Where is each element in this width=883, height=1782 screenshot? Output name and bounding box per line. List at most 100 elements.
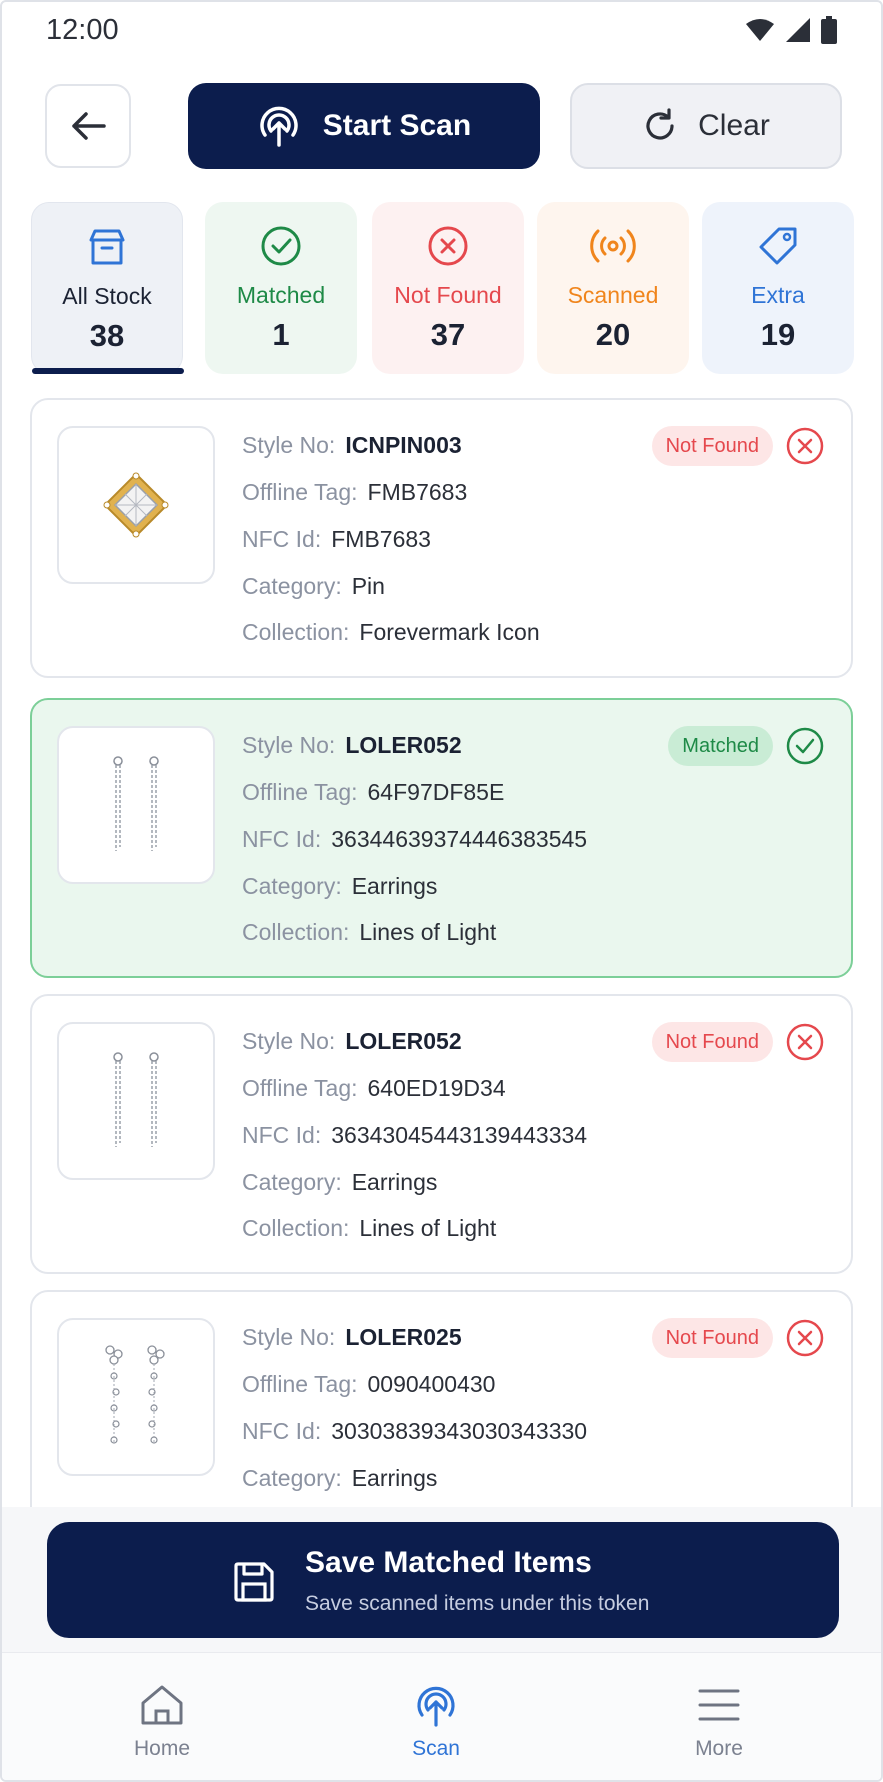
stat-count: 19 bbox=[760, 317, 796, 352]
collection-row: Collection: Lines of Light bbox=[242, 919, 496, 946]
category-label: Category: bbox=[242, 573, 342, 599]
nfc-id-label: NFC Id: bbox=[242, 826, 322, 852]
collection-label: Collection: bbox=[242, 1215, 350, 1241]
item-card[interactable]: Style No: LOLER052 Offline Tag: 64F97DF85E… bbox=[30, 698, 853, 978]
offline-tag-label: Offline Tag: bbox=[242, 1075, 358, 1101]
nfc-id-label: NFC Id: bbox=[242, 1418, 322, 1444]
clear-button[interactable]: Clear bbox=[570, 83, 842, 169]
category-row: Category: Earrings bbox=[242, 1465, 437, 1492]
collection-row: Collection: Lines of Light bbox=[242, 1215, 496, 1242]
status-icons bbox=[745, 16, 837, 44]
category-row: Category: Earrings bbox=[242, 1169, 437, 1196]
stat-label: Scanned bbox=[567, 282, 659, 308]
start-scan-button[interactable]: Start Scan bbox=[188, 83, 540, 169]
style-no-row: Style No: ICNPIN003 bbox=[242, 432, 462, 459]
bottom-nav: Home Scan More bbox=[2, 1652, 881, 1780]
stat-label: Extra bbox=[751, 282, 805, 308]
category-row: Category: Pin bbox=[242, 573, 385, 600]
wifi-icon bbox=[746, 19, 774, 41]
style-no-row: Style No: LOLER052 bbox=[242, 732, 462, 759]
scan-broadcast-icon bbox=[260, 106, 298, 147]
stat-label: Not Found bbox=[394, 282, 502, 308]
collection-label: Collection: bbox=[242, 619, 350, 645]
offline-tag-label: Offline Tag: bbox=[242, 1371, 358, 1397]
nav-label: More bbox=[695, 1737, 743, 1760]
category-label: Category: bbox=[242, 1169, 342, 1195]
box-icon bbox=[87, 225, 127, 269]
stat-count: 1 bbox=[272, 317, 290, 352]
tab-scanned[interactable]: Scanned 20 bbox=[537, 202, 689, 374]
offline-tag-value: 0090400430 bbox=[367, 1371, 496, 1397]
stat-count: 20 bbox=[595, 317, 631, 352]
signal-icon bbox=[786, 18, 810, 42]
status-badge: Not Found bbox=[651, 1318, 773, 1358]
clear-label: Clear bbox=[698, 109, 770, 142]
category-value: Pin bbox=[351, 573, 385, 599]
nfc-id-value: FMB7683 bbox=[331, 526, 431, 552]
offline-tag-row: Offline Tag: FMB7683 bbox=[242, 479, 467, 506]
offline-tag-value: FMB7683 bbox=[367, 479, 468, 505]
style-no-value: LOLER025 bbox=[345, 1324, 462, 1350]
item-card[interactable]: Style No: ICNPIN003 Offline Tag: FMB7683 N… bbox=[30, 398, 853, 678]
tab-not-found[interactable]: Not Found 37 bbox=[372, 202, 524, 374]
x-circle-icon bbox=[427, 224, 469, 268]
status-badge: Matched bbox=[668, 726, 773, 766]
product-image-pin bbox=[57, 426, 215, 584]
tab-all-stock[interactable]: All Stock 38 bbox=[31, 202, 184, 374]
save-subtitle: Save scanned items under this token bbox=[305, 1592, 650, 1615]
nav-more[interactable]: More bbox=[649, 1683, 789, 1761]
refresh-icon bbox=[646, 108, 674, 140]
style-no-value: ICNPIN003 bbox=[345, 432, 462, 458]
status-bar: 12:00 bbox=[2, 2, 881, 62]
stat-count: 37 bbox=[430, 317, 466, 352]
category-label: Category: bbox=[242, 873, 342, 899]
nfc-id-label: NFC Id: bbox=[242, 526, 322, 552]
product-image-earrings bbox=[57, 1318, 215, 1476]
product-image-earrings bbox=[57, 726, 215, 884]
save-title: Save Matched Items bbox=[305, 1546, 592, 1579]
nfc-id-row: NFC Id: 36344639374446383545 bbox=[242, 826, 587, 853]
item-card[interactable]: Style No: LOLER052 Offline Tag: 640ED19D34… bbox=[30, 994, 853, 1274]
save-matched-items-button[interactable]: Save Matched Items Save scanned items un… bbox=[47, 1522, 839, 1638]
style-no-value: LOLER052 bbox=[345, 732, 462, 758]
broadcast-icon bbox=[589, 224, 637, 268]
start-scan-label: Start Scan bbox=[322, 109, 472, 142]
style-no-row: Style No: LOLER052 bbox=[242, 1028, 462, 1055]
nav-label: Home bbox=[133, 1737, 191, 1760]
back-button[interactable] bbox=[45, 84, 131, 168]
offline-tag-label: Offline Tag: bbox=[242, 779, 358, 805]
tab-matched[interactable]: Matched 1 bbox=[205, 202, 357, 374]
menu-icon bbox=[698, 1689, 740, 1721]
category-value: Earrings bbox=[351, 1465, 438, 1491]
x-circle-icon bbox=[786, 427, 824, 465]
style-no-row: Style No: LOLER025 bbox=[242, 1324, 462, 1351]
battery-icon bbox=[821, 16, 837, 44]
offline-tag-row: Offline Tag: 640ED19D34 bbox=[242, 1075, 506, 1102]
check-circle-icon bbox=[260, 224, 302, 268]
arrow-left-icon bbox=[72, 112, 106, 140]
style-no-label: Style No: bbox=[242, 732, 336, 758]
collection-row: Collection: Forevermark Icon bbox=[242, 619, 540, 646]
category-label: Category: bbox=[242, 1465, 342, 1491]
nfc-id-value: 36343045443139443334 bbox=[331, 1122, 588, 1148]
floppy-disk-icon bbox=[234, 1562, 274, 1602]
collection-value: Forevermark Icon bbox=[359, 619, 540, 645]
nav-home[interactable]: Home bbox=[92, 1683, 232, 1761]
category-row: Category: Earrings bbox=[242, 873, 437, 900]
offline-tag-row: Offline Tag: 0090400430 bbox=[242, 1371, 495, 1398]
status-badge: Not Found bbox=[651, 426, 773, 466]
collection-value: Lines of Light bbox=[359, 919, 497, 945]
nav-label: Scan bbox=[412, 1737, 460, 1760]
category-value: Earrings bbox=[351, 1169, 438, 1195]
x-circle-icon bbox=[786, 1319, 824, 1357]
tag-icon bbox=[757, 224, 799, 268]
nfc-id-value: 36344639374446383545 bbox=[331, 826, 588, 852]
nfc-id-value: 30303839343030343330 bbox=[331, 1418, 588, 1444]
phone-screen: 12:00 Start Scan Clear All Stock 38 Matc… bbox=[0, 0, 883, 1782]
style-no-label: Style No: bbox=[242, 432, 336, 458]
offline-tag-value: 640ED19D34 bbox=[367, 1075, 506, 1101]
x-circle-icon bbox=[786, 1023, 824, 1061]
nav-scan[interactable]: Scan bbox=[366, 1683, 506, 1761]
tab-extra[interactable]: Extra 19 bbox=[702, 202, 854, 374]
stat-label: All Stock bbox=[62, 283, 152, 309]
